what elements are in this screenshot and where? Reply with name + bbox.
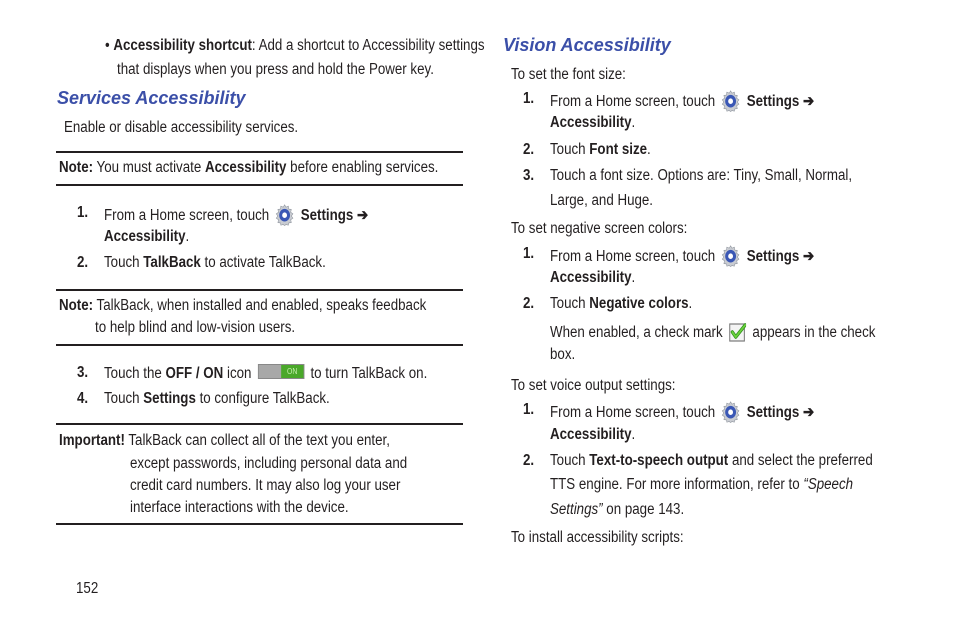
- neg-note: When enabled, a check mark appears in th…: [550, 323, 876, 342]
- page-number: 152: [76, 580, 99, 597]
- font-step-1: 1.: [523, 90, 535, 107]
- on-off-toggle-icon: ON: [257, 364, 305, 379]
- font-step-3-line2: Large, and Huge.: [550, 192, 654, 209]
- note-talkback: Note: TalkBack, when installed and enabl…: [59, 297, 427, 314]
- voice-step-2-text: Touch Text-to-speech output and select t…: [550, 452, 873, 469]
- note-activate: Note: You must activate Accessibility be…: [59, 159, 439, 176]
- settings-gear-icon: [721, 401, 742, 423]
- important-line4: interface interactions with the device.: [130, 499, 349, 516]
- speech-settings-link[interactable]: Settings”: [550, 501, 603, 518]
- section-heading-services: Services Accessibility: [57, 88, 246, 108]
- divider: [56, 344, 463, 346]
- step-4: 4.: [77, 390, 89, 407]
- font-step-2-text: Touch Font size.: [550, 141, 651, 158]
- negative-colors-intro: To set negative screen colors:: [511, 220, 688, 237]
- speech-settings-link[interactable]: “Speech: [803, 476, 853, 493]
- step-1: 1.: [77, 204, 89, 221]
- neg-step-1-text: From a Home screen, touch Settings ➔: [550, 245, 857, 267]
- settings-gear-icon: [275, 204, 296, 226]
- step-3-text: Touch the OFF / ON icon ON to turn TalkB…: [104, 364, 428, 382]
- section-heading-vision: Vision Accessibility: [503, 35, 671, 55]
- neg-step-1: 1.: [523, 245, 535, 262]
- divider: [56, 184, 463, 186]
- font-step-3: 3.: [523, 167, 535, 184]
- important-line2: except passwords, including personal dat…: [130, 455, 408, 472]
- neg-note-line2: box.: [550, 346, 576, 363]
- services-intro: Enable or disable accessibility services…: [64, 119, 299, 136]
- voice-step-1-line2: Accessibility.: [550, 426, 636, 443]
- settings-gear-icon: [721, 245, 742, 267]
- bullet-item-line2: that displays when you press and hold th…: [117, 61, 434, 78]
- voice-step-1-text: From a Home screen, touch Settings ➔: [550, 401, 857, 423]
- important-line3: credit card numbers. It may also log you…: [130, 477, 401, 494]
- note-talkback-line2: to help blind and low-vision users.: [95, 319, 296, 336]
- voice-step-2-line2: TTS engine. For more information, refer …: [550, 476, 854, 493]
- divider: [56, 289, 463, 291]
- divider: [56, 523, 463, 525]
- step-1-line2: Accessibility.: [104, 228, 190, 245]
- voice-output-intro: To set voice output settings:: [511, 377, 676, 394]
- step-2: 2.: [77, 254, 89, 271]
- neg-step-1-line2: Accessibility.: [550, 269, 636, 286]
- neg-step-2-text: Touch Negative colors.: [550, 295, 693, 312]
- bullet-dot: •: [105, 37, 114, 54]
- voice-step-2-line3: Settings” on page 143.: [550, 501, 685, 518]
- font-step-2: 2.: [523, 141, 535, 158]
- divider: [56, 151, 463, 153]
- font-size-intro: To set the font size:: [511, 66, 626, 83]
- neg-step-2: 2.: [523, 295, 535, 312]
- step-1-text: From a Home screen, touch Settings ➔: [104, 204, 411, 226]
- divider: [56, 423, 463, 425]
- settings-gear-icon: [721, 90, 742, 112]
- voice-step-2: 2.: [523, 452, 535, 469]
- font-step-3-text: Touch a font size. Options are: Tiny, Sm…: [550, 167, 853, 184]
- voice-step-1: 1.: [523, 401, 535, 418]
- step-2-text: Touch TalkBack to activate TalkBack.: [104, 254, 326, 271]
- scripts-intro: To install accessibility scripts:: [511, 529, 684, 546]
- font-step-1-text: From a Home screen, touch Settings ➔: [550, 90, 857, 112]
- font-step-1-line2: Accessibility.: [550, 114, 636, 131]
- bullet-item: • Accessibility shortcut: Add a shortcut…: [105, 37, 485, 54]
- checkbox-checked-icon: [729, 323, 747, 342]
- important-notice: Important! TalkBack can collect all of t…: [59, 432, 390, 449]
- step-3: 3.: [77, 364, 89, 381]
- step-4-text: Touch Settings to configure TalkBack.: [104, 390, 330, 407]
